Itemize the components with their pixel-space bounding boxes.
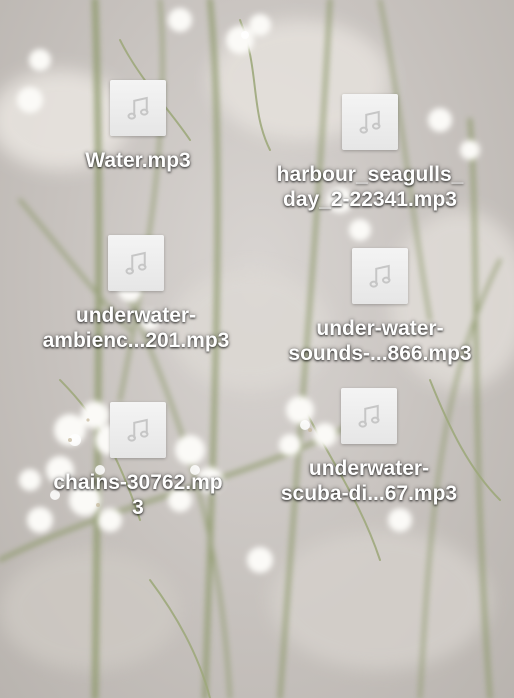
file-name-label[interactable]: underwater- ambienc...201.mp3 <box>43 303 230 353</box>
file-name-label[interactable]: Water.mp3 <box>85 148 190 173</box>
music-note-icon[interactable] <box>110 80 166 136</box>
music-note-icon[interactable] <box>352 248 408 304</box>
music-note-icon[interactable] <box>341 388 397 444</box>
desktop-file-item[interactable]: under-water- sounds-...866.mp3 <box>285 248 475 366</box>
music-note-icon[interactable] <box>110 402 166 458</box>
music-note-icon[interactable] <box>342 94 398 150</box>
desktop-file-item[interactable]: chains-30762.mp 3 <box>43 402 233 520</box>
file-name-label[interactable]: underwater- scuba-di...67.mp3 <box>281 456 457 506</box>
desktop-file-item[interactable]: Water.mp3 <box>43 80 233 173</box>
music-note-icon[interactable] <box>108 235 164 291</box>
desktop-file-item[interactable]: underwater- ambienc...201.mp3 <box>41 235 231 353</box>
desktop-file-item[interactable]: underwater- scuba-di...67.mp3 <box>274 388 464 506</box>
file-name-label[interactable]: chains-30762.mp 3 <box>53 470 222 520</box>
desktop: Water.mp3 harbour_seagulls_ day_2-22341.… <box>0 0 514 698</box>
desktop-file-item[interactable]: harbour_seagulls_ day_2-22341.mp3 <box>275 94 465 212</box>
file-name-label[interactable]: harbour_seagulls_ day_2-22341.mp3 <box>277 162 464 212</box>
file-name-label[interactable]: under-water- sounds-...866.mp3 <box>288 316 471 366</box>
